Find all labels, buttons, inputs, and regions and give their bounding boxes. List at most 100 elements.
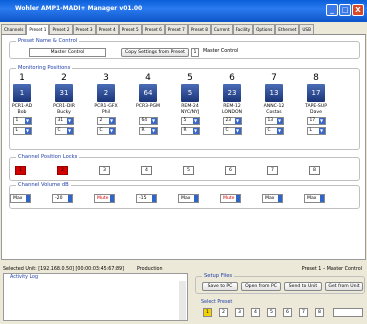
volume-field-7[interactable]: Max (262, 194, 283, 203)
tab-channels[interactable]: Channels (1, 24, 27, 34)
volume-field-3[interactable]: Mute (94, 194, 115, 203)
volume-field-2[interactable]: -20 (52, 194, 73, 203)
volume-value: -15 (139, 196, 147, 201)
spinner-icon[interactable] (320, 195, 324, 202)
close-button[interactable]: X (352, 4, 364, 16)
spinner-icon[interactable] (278, 195, 282, 202)
volume-field-1[interactable]: Max (10, 194, 31, 203)
channel-select[interactable]: 23 ▼ (222, 117, 242, 126)
channel-badge-icon[interactable]: 31 (55, 84, 73, 102)
send-to-unit-button[interactable]: Send to Unit (284, 282, 322, 291)
side-select[interactable]: R ▼ (180, 127, 200, 136)
select-preset-4[interactable]: 4 (251, 308, 260, 317)
activity-log[interactable]: Activity Log (3, 273, 188, 321)
volume-field-5[interactable]: Max (178, 194, 199, 203)
volume-value: Max (13, 196, 23, 201)
side-select[interactable]: L ▼ (306, 127, 326, 136)
channel-select[interactable]: 13 ▼ (264, 117, 284, 126)
spinner-icon[interactable] (236, 195, 240, 202)
save-to-pc-button[interactable]: Save to PC (202, 282, 238, 291)
channel-badge-icon[interactable]: 5 (181, 84, 199, 102)
tab-current[interactable]: Current (210, 24, 233, 34)
tab-ethernet[interactable]: Ethernet (275, 24, 300, 34)
open-from-pc-button[interactable]: Open from PC (241, 282, 281, 291)
channel-badge-icon[interactable]: 13 (265, 84, 283, 102)
select-preset-5[interactable]: 5 (267, 308, 276, 317)
monitoring-title: Monitoring Positions (16, 65, 73, 71)
maximize-button[interactable]: □ (339, 4, 351, 16)
channel-select-value: 13 (267, 118, 274, 124)
channel-badge-icon[interactable]: 1 (13, 84, 31, 102)
side-select[interactable]: C ▼ (222, 127, 242, 136)
spinner-icon[interactable] (194, 195, 198, 202)
volume-field-4[interactable]: -15 (136, 194, 157, 203)
select-preset-2[interactable]: 2 (219, 308, 228, 317)
channel-badge-icon[interactable]: 23 (223, 84, 241, 102)
tab-preset-5[interactable]: Preset 5 (118, 24, 142, 34)
channel-badge-icon[interactable]: 64 (139, 84, 157, 102)
preset-extra-field[interactable] (333, 308, 363, 317)
tab-options[interactable]: Options (253, 24, 276, 34)
side-select[interactable]: C ▼ (54, 127, 74, 136)
channel-select[interactable]: 1 ▼ (12, 117, 32, 126)
tab-preset-3[interactable]: Preset 3 (72, 24, 96, 34)
channel-select[interactable]: 2 ▼ (96, 117, 116, 126)
chevron-down-icon: ▼ (108, 128, 115, 135)
copy-settings-button[interactable]: Copy Settings from Preset (121, 48, 189, 57)
tab-facility[interactable]: Facility (232, 24, 254, 34)
chevron-down-icon: ▼ (24, 118, 31, 125)
tab-usb[interactable]: USB (299, 24, 314, 34)
preset-name-field[interactable]: Master Control (29, 48, 106, 57)
lock-toggle-2[interactable]: 2 (57, 166, 68, 175)
channel-select[interactable]: 5 ▼ (180, 117, 200, 126)
tab-preset-8[interactable]: Preset 8 (187, 24, 211, 34)
volume-field-6[interactable]: Mute (220, 194, 241, 203)
tab-preset-2[interactable]: Preset 2 (49, 24, 73, 34)
tab-preset-6[interactable]: Preset 6 (141, 24, 165, 34)
channel-select[interactable]: 17 ▼ (306, 117, 326, 126)
preset-name-title: Preset Name & Control (16, 38, 80, 44)
channel-badge-icon[interactable]: 17 (307, 84, 325, 102)
lock-toggle-8[interactable]: 8 (309, 166, 320, 175)
spinner-icon[interactable] (152, 195, 156, 202)
lock-toggle-7[interactable]: 7 (267, 166, 278, 175)
tab-preset-4[interactable]: Preset 4 (95, 24, 119, 34)
position-sub: Phil (101, 109, 111, 115)
lock-toggle-3[interactable]: 3 (99, 166, 110, 175)
lock-toggle-4[interactable]: 4 (141, 166, 152, 175)
side-select[interactable]: C ▼ (264, 127, 284, 136)
side-select-value: C (99, 128, 103, 134)
spinner-icon[interactable] (110, 195, 114, 202)
side-select[interactable]: R ▼ (138, 127, 158, 136)
spinner-icon[interactable] (26, 195, 30, 202)
chevron-down-icon: ▼ (192, 118, 199, 125)
select-preset-3[interactable]: 3 (235, 308, 244, 317)
tab-preset-7[interactable]: Preset 7 (164, 24, 188, 34)
lock-toggle-6[interactable]: 6 (225, 166, 236, 175)
select-preset-6[interactable]: 6 (283, 308, 292, 317)
position-number: 8 (313, 73, 319, 83)
copy-preset-number[interactable]: 1 (191, 48, 199, 57)
side-select[interactable]: L ▼ (12, 127, 32, 136)
chevron-down-icon: ▼ (150, 128, 157, 135)
channel-select[interactable]: 64 ▼ (138, 117, 158, 126)
monitor-position-5: 5 5 REM-24 NYC/NYJ 5 ▼ R ▼ (170, 73, 210, 136)
channel-select[interactable]: 31 ▼ (54, 117, 74, 126)
select-preset-8[interactable]: 8 (315, 308, 324, 317)
get-from-unit-button[interactable]: Get from Unit (325, 282, 363, 291)
select-preset-7[interactable]: 7 (299, 308, 308, 317)
side-select[interactable]: C ▼ (96, 127, 116, 136)
select-preset-1[interactable]: 1 (203, 308, 212, 317)
chevron-down-icon: ▼ (318, 118, 325, 125)
channel-select-value: 17 (309, 118, 316, 124)
lock-toggle-5[interactable]: 5 (183, 166, 194, 175)
tab-preset-1[interactable]: Preset 1 (26, 24, 50, 35)
lock-toggle-1[interactable]: 1 (15, 166, 26, 175)
minimize-button[interactable]: _ (326, 4, 338, 16)
volume-field-8[interactable]: Max (304, 194, 325, 203)
spinner-icon[interactable] (68, 195, 72, 202)
position-number: 7 (271, 73, 277, 83)
channel-badge-icon[interactable]: 2 (97, 84, 115, 102)
monitor-position-3: 3 2 PCR1-GFX Phil 2 ▼ C ▼ (86, 73, 126, 136)
activity-scrollbar[interactable] (179, 281, 186, 320)
